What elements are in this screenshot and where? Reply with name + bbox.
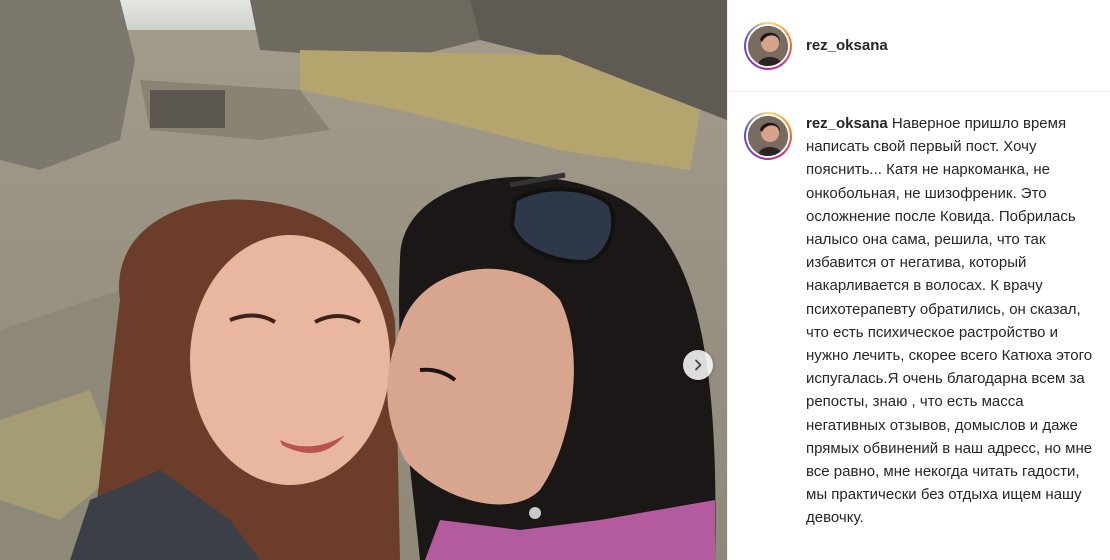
avatar — [748, 25, 788, 66]
caption-username[interactable]: rez_oksana — [806, 115, 888, 132]
avatar-icon — [748, 25, 788, 66]
avatar-icon — [748, 116, 788, 156]
avatar — [748, 116, 788, 156]
post-header: rez_oksana — [728, 0, 1110, 92]
caption: rez_oksana Наверное пришло время написат… — [806, 112, 1094, 530]
caption-text: Наверное пришло время написать свой перв… — [806, 115, 1093, 527]
next-photo-button[interactable] — [683, 350, 713, 380]
caption-comment: rez_oksana Наверное пришло время написат… — [728, 92, 1110, 530]
chevron-right-icon — [695, 359, 702, 371]
story-ring[interactable] — [744, 21, 792, 70]
story-ring[interactable] — [744, 112, 792, 160]
selfie-photo — [0, 0, 727, 560]
post-sidebar: rez_oksana rez_oksana Наверное пришло вр… — [727, 0, 1110, 560]
username[interactable]: rez_oksana — [806, 37, 888, 54]
post-photo[interactable] — [0, 0, 727, 560]
